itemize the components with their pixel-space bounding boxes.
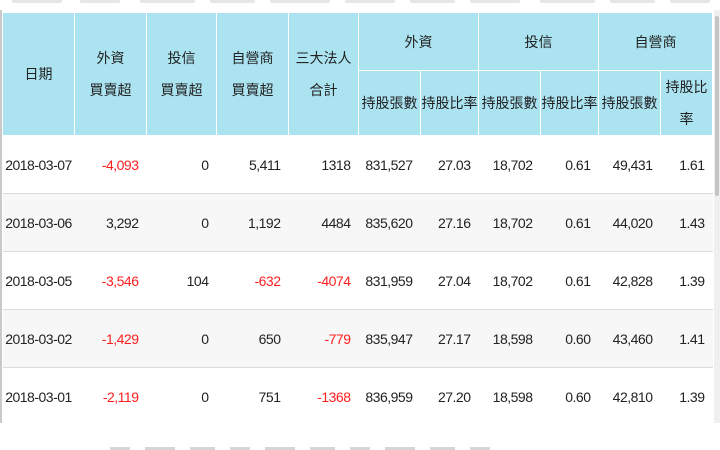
scrollbar-thumb[interactable]: [715, 16, 719, 196]
cell-total: -1368: [288, 367, 359, 426]
col-header-date[interactable]: 日期: [2, 12, 75, 136]
top-strip-tab: [610, 0, 655, 3]
cell-foreign-shares: 836,959: [358, 367, 421, 426]
top-strip-tab: [80, 0, 120, 3]
institutional-trading-table: 日期 外資 買賣超 投信 買賣超 自營商 買賣超 三大法人 合計 外資 投信 自營商 持…: [2, 12, 713, 426]
vertical-scrollbar[interactable]: [714, 10, 720, 423]
cell-foreign-ratio: 27.03: [420, 135, 479, 194]
cell-trust-shares: 18,702: [478, 135, 541, 194]
top-strip-tab: [345, 0, 395, 3]
col-header-dealer-net[interactable]: 自營商 買賣超: [216, 12, 289, 136]
cell-dealer-shares: 42,810: [598, 367, 661, 426]
top-strip-tab: [210, 0, 255, 3]
cell-date: 2018-03-01: [2, 367, 75, 426]
cell-trust-ratio: 0.60: [540, 367, 599, 426]
table-row: 2018-03-02 -1,429 0 650 -779 835,947 27.…: [2, 309, 713, 368]
cell-date: 2018-03-02: [2, 309, 75, 368]
cell-foreign-shares: 831,959: [358, 251, 421, 310]
cell-dealer-ratio: 1.61: [660, 135, 713, 194]
col-header-foreign-ratio[interactable]: 持股比率: [420, 70, 479, 136]
cell-foreign-net: -4,093: [74, 135, 147, 194]
cell-foreign-net: 3,292: [74, 193, 147, 252]
cell-trust-net: 0: [146, 135, 217, 194]
cell-foreign-ratio: 27.17: [420, 309, 479, 368]
cell-dealer-shares: 49,431: [598, 135, 661, 194]
cell-dealer-shares: 42,828: [598, 251, 661, 310]
col-header-total[interactable]: 三大法人 合計: [288, 12, 359, 136]
bottom-strip: [0, 423, 720, 450]
cell-total: 4484: [288, 193, 359, 252]
cell-foreign-net: -3,546: [74, 251, 147, 310]
col-header-trust-shares[interactable]: 持股張數: [478, 70, 541, 136]
col-header-foreign-shares[interactable]: 持股張數: [358, 70, 421, 136]
cell-dealer-net: 1,192: [216, 193, 289, 252]
cell-trust-ratio: 0.61: [540, 135, 599, 194]
top-strip-tab: [670, 0, 710, 3]
col-header-trust-net[interactable]: 投信 買賣超: [146, 12, 217, 136]
top-strip-tab: [270, 0, 330, 3]
cell-trust-net: 0: [146, 309, 217, 368]
top-strip-tab: [140, 0, 195, 3]
table-header: 日期 外資 買賣超 投信 買賣超 自營商 買賣超 三大法人 合計 外資 投信 自營商 持…: [2, 12, 713, 136]
cell-foreign-ratio: 27.20: [420, 367, 479, 426]
cell-dealer-ratio: 1.39: [660, 251, 713, 310]
top-strip-tab: [540, 0, 595, 3]
cell-date: 2018-03-06: [2, 193, 75, 252]
col-header-trust-ratio[interactable]: 持股比率: [540, 70, 599, 136]
cell-total: -779: [288, 309, 359, 368]
cell-dealer-net: 650: [216, 309, 289, 368]
cell-dealer-net: -632: [216, 251, 289, 310]
cell-foreign-ratio: 27.04: [420, 251, 479, 310]
cell-foreign-ratio: 27.16: [420, 193, 479, 252]
cell-date: 2018-03-07: [2, 135, 75, 194]
cell-dealer-shares: 44,020: [598, 193, 661, 252]
cell-foreign-shares: 835,947: [358, 309, 421, 368]
cell-trust-net: 0: [146, 193, 217, 252]
cell-total: 1318: [288, 135, 359, 194]
cell-date: 2018-03-05: [2, 251, 75, 310]
cell-dealer-net: 5,411: [216, 135, 289, 194]
group-header-trust: 投信: [478, 12, 599, 71]
table-row: 2018-03-01 -2,119 0 751 -1368 836,959 27…: [2, 367, 713, 426]
group-header-foreign: 外資: [358, 12, 479, 71]
top-strip: [0, 0, 720, 8]
cell-trust-shares: 18,702: [478, 193, 541, 252]
table-row: 2018-03-06 3,292 0 1,192 4484 835,620 27…: [2, 193, 713, 252]
cell-trust-shares: 18,598: [478, 309, 541, 368]
cell-foreign-shares: 835,620: [358, 193, 421, 252]
col-header-dealer-shares[interactable]: 持股張數: [598, 70, 661, 136]
cell-trust-net: 0: [146, 367, 217, 426]
col-header-foreign-net[interactable]: 外資 買賣超: [74, 12, 147, 136]
cell-trust-ratio: 0.61: [540, 251, 599, 310]
table-body: 2018-03-07 -4,093 0 5,411 1318 831,527 2…: [2, 135, 713, 426]
cell-foreign-shares: 831,527: [358, 135, 421, 194]
cell-trust-ratio: 0.61: [540, 193, 599, 252]
cell-trust-ratio: 0.60: [540, 309, 599, 368]
cell-dealer-net: 751: [216, 367, 289, 426]
cell-dealer-ratio: 1.43: [660, 193, 713, 252]
table-row: 2018-03-07 -4,093 0 5,411 1318 831,527 2…: [2, 135, 713, 194]
top-strip-tab: [470, 0, 520, 3]
group-header-dealer: 自營商: [598, 12, 713, 71]
cell-trust-shares: 18,598: [478, 367, 541, 426]
cell-dealer-ratio: 1.39: [660, 367, 713, 426]
cell-foreign-net: -1,429: [74, 309, 147, 368]
cell-dealer-ratio: 1.41: [660, 309, 713, 368]
cell-total: -4074: [288, 251, 359, 310]
col-header-dealer-ratio[interactable]: 持股比率: [660, 70, 713, 136]
top-strip-tab: [410, 0, 455, 3]
top-strip-tab: [12, 0, 62, 3]
table-row: 2018-03-05 -3,546 104 -632 -4074 831,959…: [2, 251, 713, 310]
cell-trust-net: 104: [146, 251, 217, 310]
cell-trust-shares: 18,702: [478, 251, 541, 310]
cell-foreign-net: -2,119: [74, 367, 147, 426]
cell-dealer-shares: 43,460: [598, 309, 661, 368]
